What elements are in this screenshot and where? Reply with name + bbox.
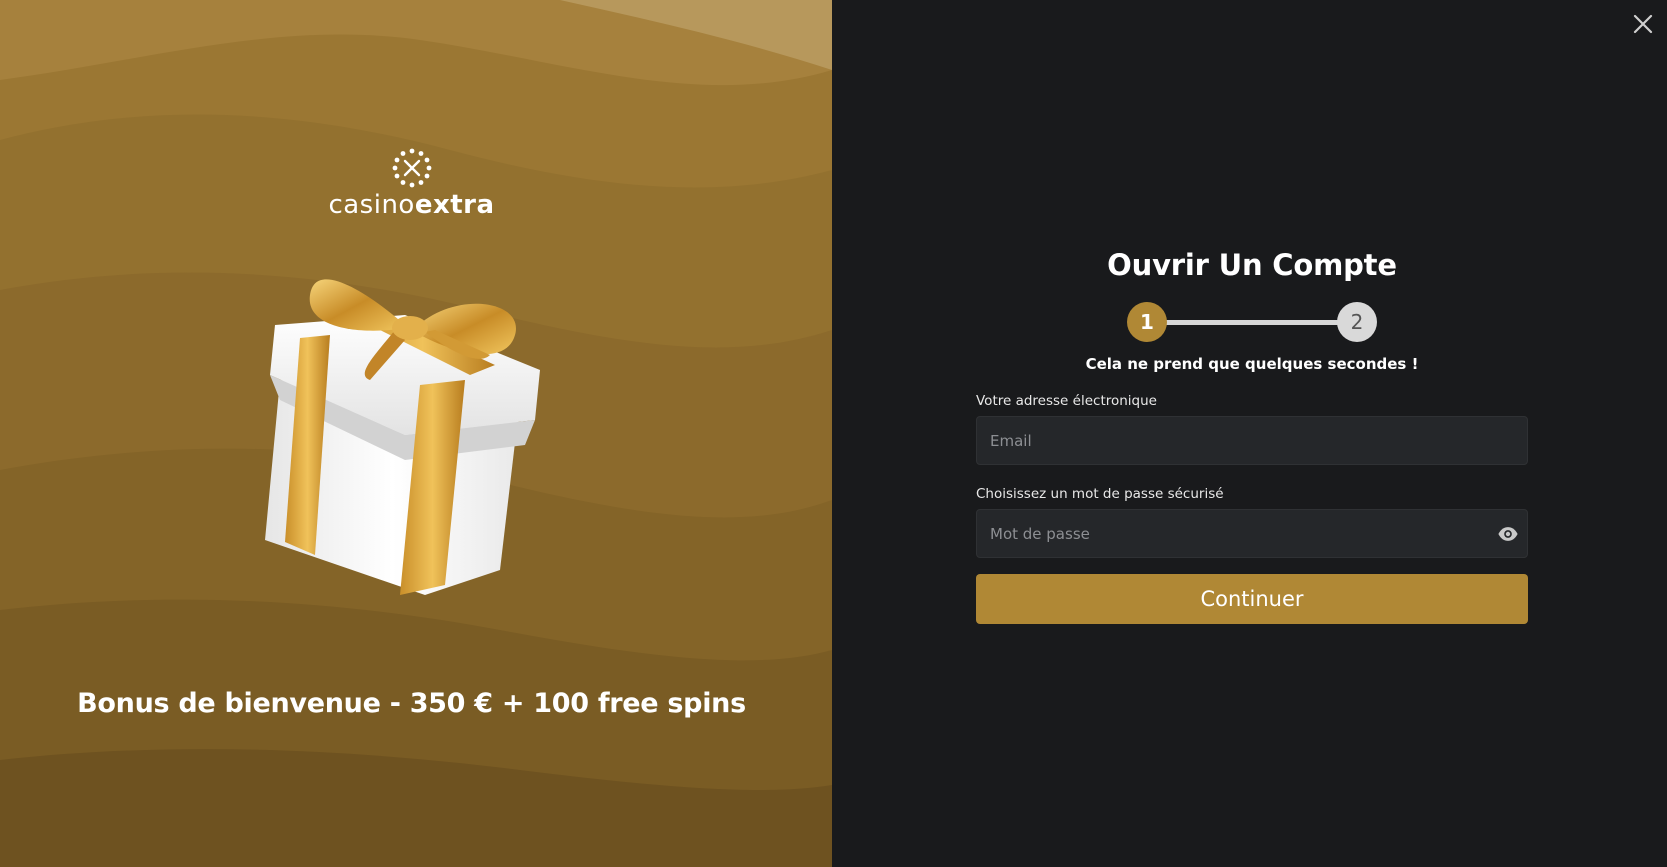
step-1: 1 xyxy=(1127,302,1167,342)
password-label: Choisissez un mot de passe sécurisé xyxy=(976,486,1224,502)
step-progress-track xyxy=(1147,320,1357,325)
form-title: Ouvrir Un Compte xyxy=(1107,248,1397,282)
signup-modal: casinoextra Bonus de bienvenue - 350 € +… xyxy=(0,0,1667,867)
casinoextra-logo-icon xyxy=(392,148,431,188)
promo-panel: casinoextra Bonus de bienvenue - 350 € +… xyxy=(0,0,832,867)
password-field-wrapper xyxy=(976,509,1528,558)
promo-title: Bonus de bienvenue - 350 € + 100 free sp… xyxy=(77,688,746,719)
email-field-wrapper xyxy=(976,416,1528,465)
step-2: 2 xyxy=(1337,302,1377,342)
eye-icon[interactable] xyxy=(1497,523,1519,545)
password-field[interactable] xyxy=(977,510,1527,557)
signup-form: Ouvrir Un Compte 1 2 Cela ne prend que q… xyxy=(976,248,1528,624)
email-field[interactable] xyxy=(977,417,1527,464)
signup-form-panel: Ouvrir Un Compte 1 2 Cela ne prend que q… xyxy=(832,0,1667,867)
close-icon[interactable] xyxy=(1629,10,1657,38)
logo-text-bold: extra xyxy=(414,190,495,220)
gift-box-icon xyxy=(265,279,540,595)
logo-text-light: casino xyxy=(328,190,415,220)
logo-wordmark: casinoextra xyxy=(0,190,823,220)
form-subtitle: Cela ne prend que quelques secondes ! xyxy=(1085,355,1419,373)
continue-button[interactable]: Continuer xyxy=(976,574,1528,624)
step-indicator: 1 2 xyxy=(1127,302,1377,342)
casinoextra-logo: casinoextra xyxy=(0,148,823,220)
email-label: Votre adresse électronique xyxy=(976,393,1157,409)
